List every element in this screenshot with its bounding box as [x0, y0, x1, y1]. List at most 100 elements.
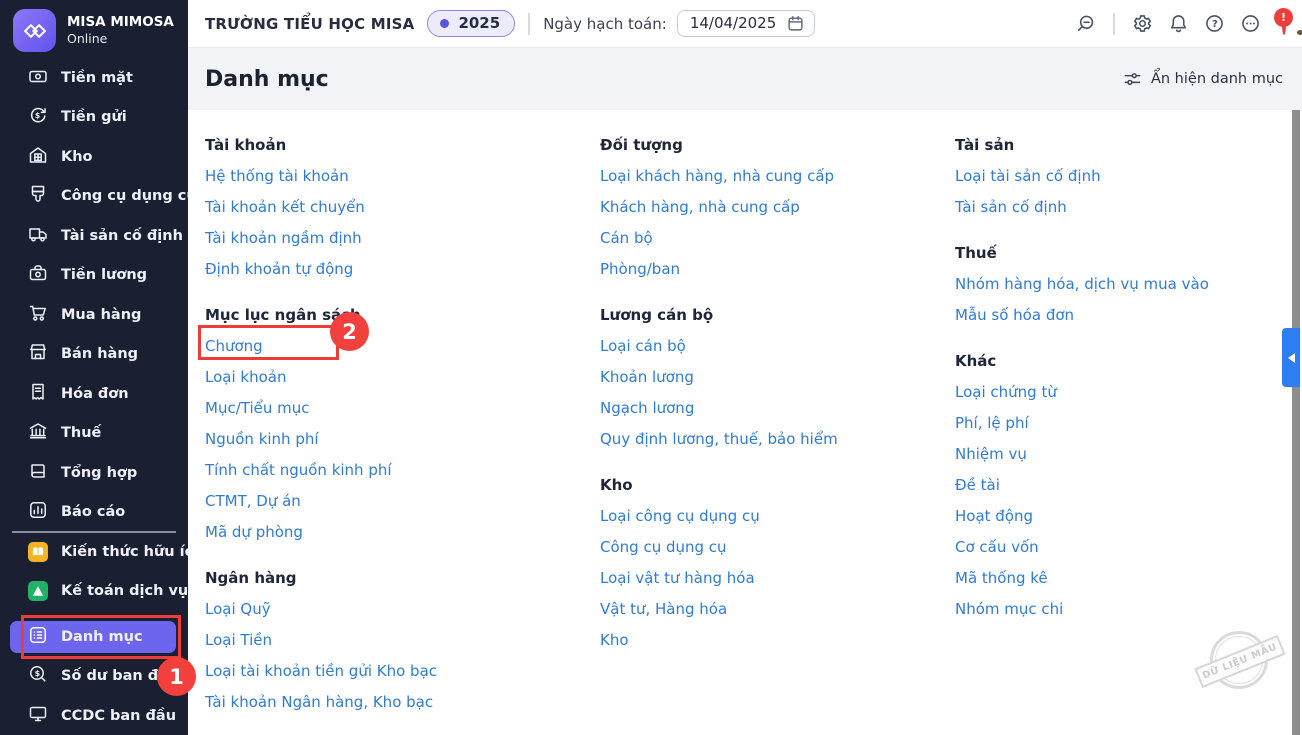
catalog-link[interactable]: Nhiệm vụ: [955, 439, 1027, 470]
catalog-link[interactable]: Loại Tiền: [205, 625, 272, 656]
catalog-link[interactable]: Tài khoản ngầm định: [205, 223, 362, 254]
sidebar-item-kien-thuc-huu-ich[interactable]: Kiến thức hữu ích: [0, 532, 188, 572]
cash-icon: [28, 66, 48, 90]
catalog-link[interactable]: CTMT, Dự án: [205, 486, 301, 517]
group-title: Lương cán bộ: [600, 300, 955, 331]
sidebar-item-label: Tiền mặt: [61, 70, 133, 86]
catalog-link[interactable]: Khoản lương: [600, 362, 694, 393]
catalog-link[interactable]: Phí, lệ phí: [955, 408, 1029, 439]
knowledge-icon: [28, 542, 48, 562]
catalog-link[interactable]: Tài sản cố định: [955, 192, 1067, 223]
catalog-link[interactable]: Định khoản tự động: [205, 254, 353, 285]
catalog-link[interactable]: Loại khách hàng, nhà cung cấp: [600, 161, 834, 192]
catalog-link[interactable]: Loại khoản: [205, 362, 286, 393]
catalog-group-thue: Thuế Nhóm hàng hóa, dịch vụ mua vào Mẫu …: [955, 238, 1302, 331]
sidebar-item-label: Tài sản cố định: [61, 228, 183, 244]
catalog-link[interactable]: Mục/Tiểu mục: [205, 393, 310, 424]
catalog-link[interactable]: Cán bộ: [600, 223, 653, 254]
fiscal-year-pill[interactable]: 2025: [427, 10, 515, 37]
sidebar-item-thue[interactable]: Thuế: [0, 414, 188, 454]
catalog-link[interactable]: Ngạch lương: [600, 393, 694, 424]
deposit-icon: $: [28, 105, 48, 129]
toggle-catalog-label: Ẩn hiện danh mục: [1151, 71, 1283, 87]
catalog-icon: [28, 625, 48, 649]
sidebar-item-bao-cao[interactable]: Báo cáo: [0, 493, 188, 533]
catalog-group-tai-san: Tài sản Loại tài sản cố định Tài sản cố …: [955, 130, 1302, 223]
catalog-link[interactable]: Phòng/ban: [600, 254, 680, 285]
sidebar-item-tong-hop[interactable]: Tổng hợp: [0, 453, 188, 493]
catalog-link[interactable]: Loại Quỹ: [205, 594, 271, 625]
book-icon: [28, 461, 48, 485]
toggle-catalog-button[interactable]: Ẩn hiện danh mục: [1123, 70, 1283, 89]
notification-badge: !: [1274, 8, 1293, 27]
catalog-link[interactable]: Cơ cấu vốn: [955, 532, 1039, 563]
help-icon[interactable]: ?: [1204, 13, 1225, 34]
service-icon: [28, 581, 48, 601]
catalog-link[interactable]: Tài khoản Ngân hàng, Kho bạc: [205, 687, 433, 718]
sidebar-item-ke-toan-dich-vu[interactable]: Kế toán dịch vụ: [0, 572, 188, 612]
filter-sliders-icon: [1123, 70, 1142, 89]
catalog-group-doi-tuong: Đối tượng Loại khách hàng, nhà cung cấp …: [600, 130, 955, 285]
search-icon[interactable]: [1075, 13, 1096, 34]
sidebar-item-ccdc-ban-dau[interactable]: CCDC ban đầu: [0, 696, 188, 735]
catalog-link[interactable]: Mã thống kê: [955, 563, 1048, 594]
user-avatar[interactable]: !: [1282, 14, 1286, 33]
catalog-link[interactable]: Đề tài: [955, 470, 1000, 501]
catalog-link[interactable]: Kho: [600, 625, 629, 656]
invoice-icon: [28, 382, 48, 406]
posting-date-label: Ngày hạch toán:: [543, 15, 667, 33]
sidebar: MISA MIMOSA Online Tiền mặt $ Tiền gửi K…: [0, 0, 188, 735]
sidebar-item-kho[interactable]: Kho: [0, 137, 188, 177]
page-title: Danh mục: [205, 67, 329, 92]
more-icon[interactable]: [1240, 13, 1261, 34]
sidebar-item-tien-gui[interactable]: $ Tiền gửi: [0, 98, 188, 138]
bell-icon[interactable]: [1168, 13, 1189, 34]
vertical-scrollbar[interactable]: [1292, 110, 1300, 735]
catalog-link[interactable]: Vật tư, Hàng hóa: [600, 594, 727, 625]
sidebar-item-cong-cu-dung-cu[interactable]: Công cụ dụng cụ: [0, 177, 188, 217]
catalog-link-chuong[interactable]: Chương: [205, 331, 263, 362]
briefcase-icon: [28, 263, 48, 287]
collapse-panel-tab[interactable]: [1282, 328, 1300, 387]
catalog-link[interactable]: Mã dự phòng: [205, 517, 303, 548]
catalog-link[interactable]: Quy định lương, thuế, bảo hiểm: [600, 424, 838, 455]
catalog-link[interactable]: Loại cán bộ: [600, 331, 686, 362]
catalog-link[interactable]: Loại tài sản cố định: [955, 161, 1101, 192]
catalog-link[interactable]: Nhóm mục chi: [955, 594, 1063, 625]
gear-icon[interactable]: [1132, 13, 1153, 34]
catalog-link[interactable]: Tính chất nguồn kinh phí: [205, 455, 392, 486]
catalog-link[interactable]: Tài khoản kết chuyển: [205, 192, 365, 223]
app-name: MISA MIMOSA: [67, 14, 174, 31]
sidebar-item-mua-hang[interactable]: Mua hàng: [0, 295, 188, 335]
bank-icon: [28, 421, 48, 445]
sidebar-item-ban-hang[interactable]: Bán hàng: [0, 335, 188, 375]
sidebar-item-danh-muc[interactable]: Danh mục: [10, 621, 176, 653]
catalog-link[interactable]: Công cụ dụng cụ: [600, 532, 727, 563]
topbar: TRƯỜNG TIỂU HỌC MISA 2025 Ngày hạch toán…: [188, 0, 1302, 48]
catalog-link[interactable]: Nhóm hàng hóa, dịch vụ mua vào: [955, 269, 1209, 300]
catalog-group-tai-khoan: Tài khoản Hệ thống tài khoản Tài khoản k…: [205, 130, 600, 285]
calendar-icon: [787, 15, 804, 32]
brand: MISA MIMOSA Online: [0, 0, 188, 58]
catalog-link[interactable]: Hệ thống tài khoản: [205, 161, 349, 192]
catalog-link[interactable]: Hoạt động: [955, 501, 1033, 532]
sidebar-item-tai-san-co-dinh[interactable]: Tài sản cố định: [0, 216, 188, 256]
sidebar-item-tien-luong[interactable]: Tiền lương: [0, 256, 188, 296]
sidebar-item-tien-mat[interactable]: Tiền mặt: [0, 58, 188, 98]
posting-date-field[interactable]: 14/04/2025: [677, 10, 815, 37]
warehouse-icon: [28, 145, 48, 169]
catalog-link[interactable]: Loại vật tư hàng hóa: [600, 563, 755, 594]
fiscal-year-value: 2025: [458, 14, 500, 32]
sidebar-item-label: Bán hàng: [61, 346, 138, 362]
svg-text:$: $: [35, 669, 41, 678]
catalog-link[interactable]: Khách hàng, nhà cung cấp: [600, 192, 800, 223]
app-logo-icon: [13, 9, 56, 52]
catalog-link[interactable]: Mẫu số hóa đơn: [955, 300, 1074, 331]
sidebar-item-hoa-don[interactable]: Hóa đơn: [0, 374, 188, 414]
year-dot-icon: [440, 19, 449, 28]
catalog-link[interactable]: Loại chứng từ: [955, 377, 1057, 408]
catalog-link[interactable]: Loại công cụ dụng cụ: [600, 501, 760, 532]
catalog-link[interactable]: Nguồn kinh phí: [205, 424, 319, 455]
catalog-link[interactable]: Loại tài khoản tiền gửi Kho bạc: [205, 656, 437, 687]
sidebar-item-label: Kiến thức hữu ích: [61, 544, 204, 560]
